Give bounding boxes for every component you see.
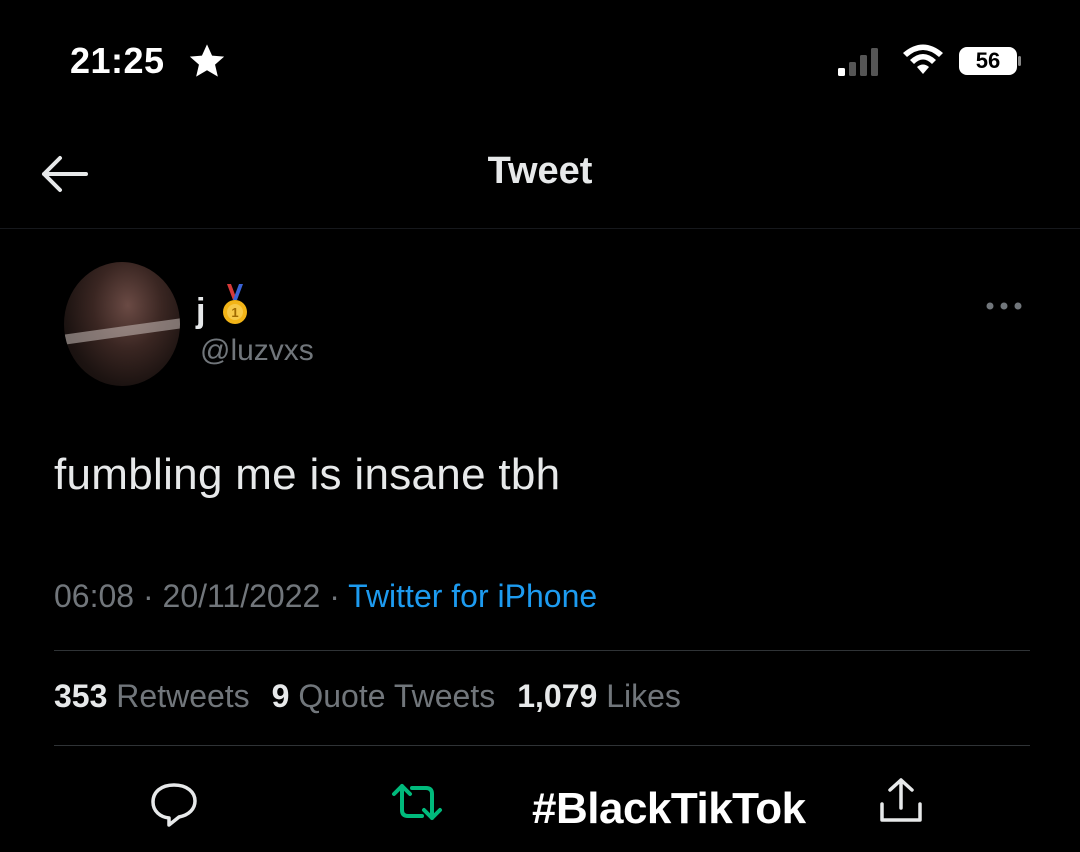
divider xyxy=(54,650,1030,651)
status-bar: 21:25 56 xyxy=(0,0,1080,120)
tweet-date: 20/11/2022 xyxy=(162,578,321,614)
tweet-meta: 06:08 · 20/11/2022 · Twitter for iPhone xyxy=(54,578,597,615)
likes-count: 1,079 xyxy=(517,678,598,714)
tweet-stats: 353 Retweets 9 Quote Tweets 1,079 Likes xyxy=(54,678,681,715)
share-icon[interactable] xyxy=(876,776,926,826)
likes-label: Likes xyxy=(606,678,681,714)
quotes-count: 9 xyxy=(271,678,290,714)
star-icon xyxy=(189,44,225,77)
avatar-photo-detail xyxy=(64,316,180,346)
quotes-label: Quote Tweets xyxy=(298,678,496,714)
watermark-hashtag: #BlackTikTok xyxy=(532,784,806,833)
more-dots-icon[interactable] xyxy=(984,300,1024,312)
likes-stat[interactable]: 1,079 Likes xyxy=(517,678,681,714)
page-header: Tweet xyxy=(0,120,1080,229)
wifi-icon xyxy=(903,44,943,74)
signal-icon xyxy=(838,48,878,76)
retweets-stat[interactable]: 353 Retweets xyxy=(54,678,250,714)
quotes-stat[interactable]: 9 Quote Tweets xyxy=(272,678,496,714)
svg-text:1: 1 xyxy=(231,305,238,320)
tweet-time: 06:08 xyxy=(54,578,135,614)
meta-separator: · xyxy=(329,578,340,614)
meta-separator: · xyxy=(142,578,154,614)
battery-level: 56 xyxy=(975,48,1001,73)
reply-icon[interactable] xyxy=(148,780,200,828)
divider xyxy=(54,745,1030,746)
page-title: Tweet xyxy=(487,150,593,192)
medal-icon: 1 xyxy=(223,284,247,324)
retweets-label: Retweets xyxy=(116,678,250,714)
retweet-icon[interactable] xyxy=(388,780,446,824)
display-name[interactable]: j xyxy=(196,292,205,331)
retweets-count: 353 xyxy=(54,678,108,714)
avatar[interactable] xyxy=(64,262,180,386)
user-handle[interactable]: @luzvxs xyxy=(200,334,314,368)
status-time: 21:25 xyxy=(70,40,165,81)
tweet-source-link[interactable]: Twitter for iPhone xyxy=(348,578,597,614)
tweet-text: fumbling me is insane tbh xyxy=(54,450,561,499)
